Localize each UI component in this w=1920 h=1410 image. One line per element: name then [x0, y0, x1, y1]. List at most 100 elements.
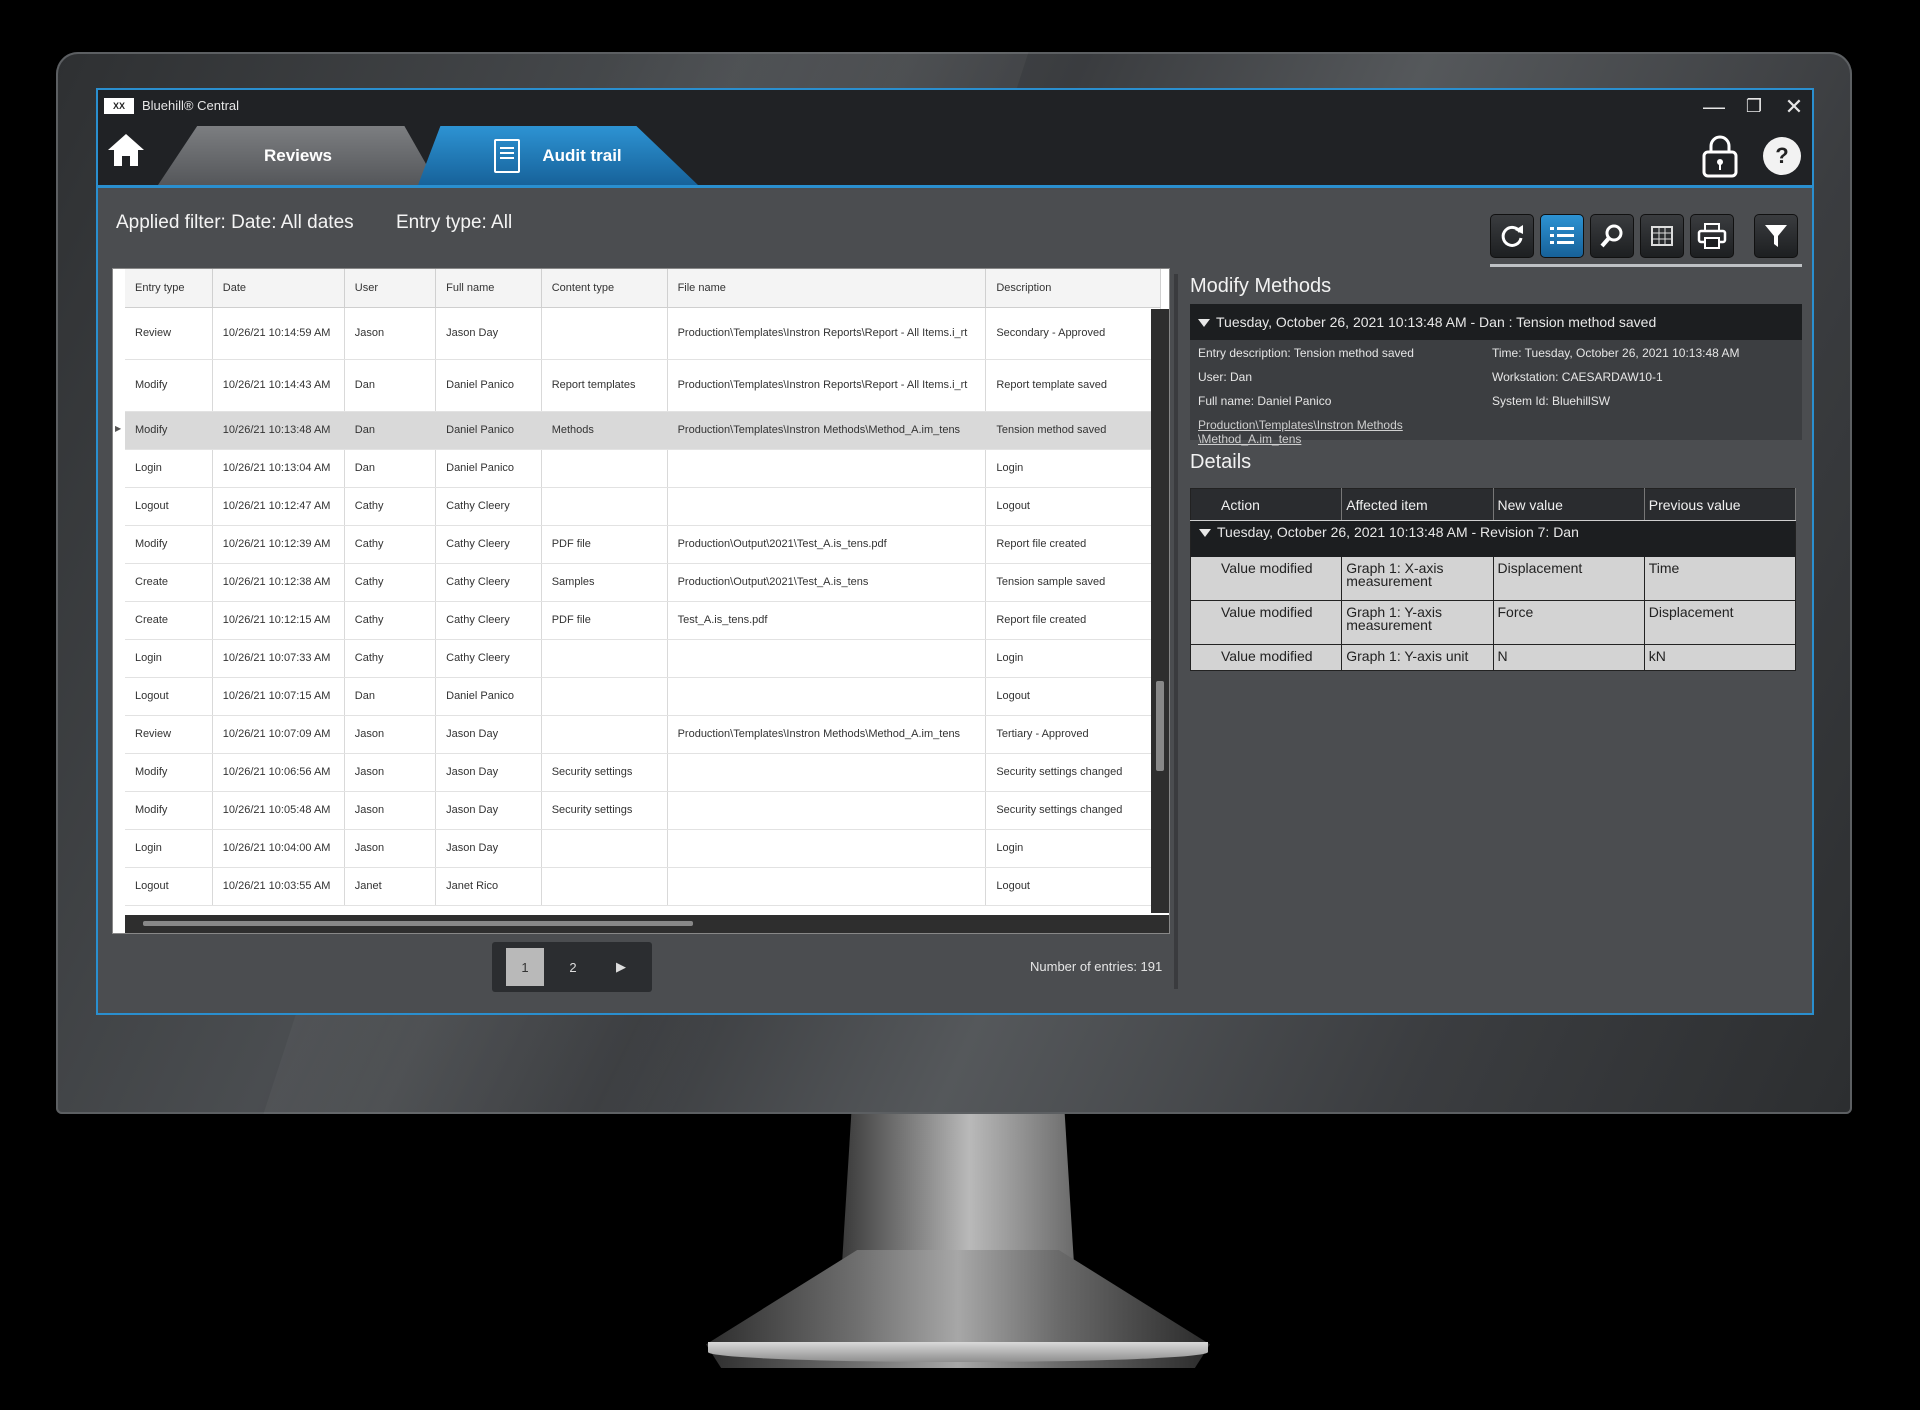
lock-icon[interactable]: [1700, 134, 1740, 178]
column-header[interactable]: Date: [212, 269, 345, 308]
table-row-selected[interactable]: Modify 10/26/21 10:13:48 AM Dan Daniel Pani…: [125, 411, 1161, 450]
table-cell: Modify: [125, 411, 213, 450]
table-row[interactable]: Review 10/26/21 10:14:59 AM Jason Jason Day…: [125, 307, 1161, 360]
table-row[interactable]: Modify 10/26/21 10:05:48 AM Jason Jason Day…: [125, 791, 1161, 830]
vertical-scrollbar[interactable]: [1151, 309, 1169, 913]
collapse-arrow-icon[interactable]: [1199, 529, 1211, 537]
table-cell: Jason: [344, 753, 437, 792]
page-button-1[interactable]: 1: [506, 948, 544, 986]
pagination: 1 2 ▶: [492, 942, 652, 992]
table-cell: [667, 677, 987, 716]
minimize-button[interactable]: —: [1698, 94, 1730, 120]
table-cell: [667, 791, 987, 830]
file-link-continued[interactable]: \Method_A.im_tens: [1198, 432, 1301, 446]
table-cell: Jason Day: [435, 307, 542, 360]
refresh-icon[interactable]: [1490, 214, 1534, 258]
table-cell: [667, 867, 987, 906]
revision-row[interactable]: Tuesday, October 26, 2021 10:13:48 AM - …: [1190, 520, 1796, 557]
table-cell: Logout: [125, 487, 213, 526]
table-cell: Cathy Cleery: [435, 525, 542, 564]
page-button-2[interactable]: 2: [554, 948, 592, 986]
table-cell: Displacement: [1644, 600, 1797, 645]
column-header[interactable]: Content type: [541, 269, 668, 308]
tab-audit-trail-label: Audit trail: [542, 145, 622, 165]
table-cell: 10/26/21 10:07:33 AM: [212, 639, 345, 678]
table-cell: Jason Day: [435, 753, 542, 792]
table-row[interactable]: Login 10/26/21 10:07:33 AM Cathy Cathy Clee…: [125, 639, 1161, 678]
horizontal-scrollbar[interactable]: [125, 915, 1169, 933]
table-cell: Daniel Panico: [435, 677, 542, 716]
scrollbar-thumb[interactable]: [1156, 681, 1164, 771]
tab-audit-trail[interactable]: Audit trail: [418, 126, 698, 185]
next-page-icon[interactable]: ▶: [602, 948, 640, 986]
column-header: Affected item: [1341, 488, 1494, 521]
table-cell: Daniel Panico: [435, 449, 542, 488]
table-row[interactable]: Logout 10/26/21 10:03:55 AM Janet Janet Ric…: [125, 867, 1161, 906]
table-row[interactable]: Create 10/26/21 10:12:38 AM Cathy Cathy Cle…: [125, 563, 1161, 602]
column-header[interactable]: Entry type: [125, 269, 213, 308]
table-row[interactable]: Login 10/26/21 10:13:04 AM Dan Daniel Panic…: [125, 449, 1161, 488]
print-icon[interactable]: [1690, 214, 1734, 258]
table-row[interactable]: Modify 10/26/21 10:06:56 AM Jason Jason Day…: [125, 753, 1161, 792]
search-icon[interactable]: [1590, 214, 1634, 258]
table-row[interactable]: Login 10/26/21 10:04:00 AM Jason Jason Day L…: [125, 829, 1161, 868]
table-cell: 10/26/21 10:12:15 AM: [212, 601, 345, 640]
table-row[interactable]: Create 10/26/21 10:12:15 AM Cathy Cathy Cle…: [125, 601, 1161, 640]
table-row[interactable]: Modify 10/26/21 10:12:39 AM Cathy Cathy Cle…: [125, 525, 1161, 564]
applied-filter-date: Applied filter: Date: All dates: [116, 212, 354, 233]
table-cell: Cathy: [344, 563, 437, 602]
column-header[interactable]: Full name: [435, 269, 542, 308]
list-view-icon[interactable]: [1540, 214, 1584, 258]
file-link[interactable]: Production\Templates\Instron Methods: [1198, 418, 1403, 432]
table-cell: Daniel Panico: [435, 411, 542, 450]
table-cell: Janet: [344, 867, 437, 906]
table-cell: Cathy: [344, 639, 437, 678]
table-cell: Methods: [541, 411, 668, 450]
event-header-text: Tuesday, October 26, 2021 10:13:48 AM - …: [1216, 314, 1657, 330]
table-cell: kN: [1644, 644, 1797, 671]
maximize-button[interactable]: ❐: [1738, 96, 1770, 117]
details-row: Value modified Graph 1: Y-axis unit NkN: [1190, 644, 1797, 671]
table-cell: Jason Day: [435, 791, 542, 830]
table-cell: [541, 677, 668, 716]
table-row[interactable]: Modify 10/26/21 10:14:43 AM Dan Daniel Pani…: [125, 359, 1161, 412]
event-time: Time: Tuesday, October 26, 2021 10:13:48…: [1492, 346, 1740, 360]
table-row[interactable]: Logout 10/26/21 10:12:47 AM Cathy Cathy Cle…: [125, 487, 1161, 526]
detail-heading: Modify Methods: [1190, 275, 1332, 297]
monitor-stand-base: [708, 1342, 1208, 1362]
table-cell: Jason: [344, 829, 437, 868]
scrollbar-thumb[interactable]: [143, 921, 693, 926]
table-cell: 10/26/21 10:14:59 AM: [212, 307, 345, 360]
table-row[interactable]: Logout 10/26/21 10:07:15 AM Dan Daniel Pani…: [125, 677, 1161, 716]
table-cell: [667, 753, 987, 792]
table-cell: Tension method saved: [985, 411, 1161, 450]
table-row[interactable]: Review 10/26/21 10:07:09 AM Jason Jason Day…: [125, 715, 1161, 754]
event-workstation: Workstation: CAESARDAW10-1: [1492, 370, 1663, 384]
filter-icon[interactable]: [1754, 214, 1798, 258]
table-cell: Report templates: [541, 359, 668, 412]
event-header[interactable]: Tuesday, October 26, 2021 10:13:48 AM - …: [1190, 304, 1802, 340]
table-cell: Jason Day: [435, 715, 542, 754]
collapse-arrow-icon[interactable]: [1198, 319, 1210, 327]
home-icon[interactable]: [106, 130, 146, 170]
table-cell: PDF file: [541, 601, 668, 640]
toolbar: [1490, 214, 1798, 258]
desktop-stage: XX Bluehill® Central — ❐ ✕ Reviews Audit…: [0, 0, 1920, 1410]
details-table: Action Affected item New value Previous …: [1190, 488, 1797, 671]
table-cell: [667, 829, 987, 868]
close-button[interactable]: ✕: [1778, 94, 1810, 120]
instron-logo: XX: [104, 98, 134, 114]
export-icon[interactable]: [1640, 214, 1684, 258]
column-header[interactable]: File name: [667, 269, 987, 308]
tab-reviews[interactable]: Reviews: [158, 126, 438, 185]
table-cell: PDF file: [541, 525, 668, 564]
table-cell: N: [1493, 644, 1645, 671]
filter-bar: Applied filter: Date: All dates Entry ty…: [98, 188, 1812, 268]
table-cell: Graph 1: Y-axis measurement: [1341, 600, 1494, 645]
column-header[interactable]: Description: [985, 269, 1161, 308]
help-button[interactable]: ?: [1763, 137, 1801, 175]
column-header[interactable]: User: [344, 269, 437, 308]
table-cell: 10/26/21 10:14:43 AM: [212, 359, 345, 412]
panel-splitter[interactable]: [1174, 274, 1178, 989]
table-cell: Cathy: [344, 487, 437, 526]
